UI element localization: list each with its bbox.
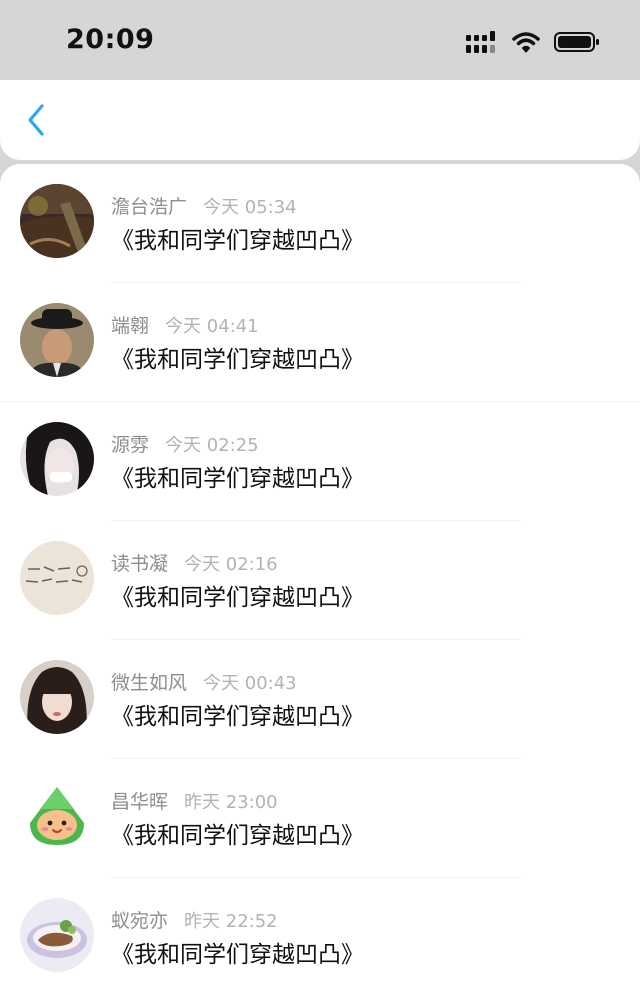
username[interactable]: 微生如风	[111, 668, 187, 695]
list-item[interactable]: 蚁宛亦 昨天 22:52 《我和同学们穿越凹凸》	[0, 878, 640, 994]
timestamp: 今天 02:25	[165, 435, 259, 456]
username[interactable]: 澹台浩广	[111, 192, 187, 219]
status-bar: 20:09	[0, 0, 640, 80]
message-text: 《我和同学们穿越凹凸》	[111, 228, 364, 254]
list-item[interactable]: 澹台浩广 今天 05:34 《我和同学们穿越凹凸》	[0, 164, 640, 283]
like-list: 澹台浩广 今天 05:34 《我和同学们穿越凹凸》 端翱 今天 04:41 《我…	[0, 164, 640, 994]
message-text: 《我和同学们穿越凹凸》	[111, 942, 364, 968]
list-item[interactable]: 端翱 今天 04:41 《我和同学们穿越凹凸》	[0, 283, 640, 402]
item-meta: 读书凝 今天 02:16	[111, 549, 278, 576]
item-meta: 澹台浩广 今天 05:34	[111, 192, 297, 219]
list-item[interactable]: 微生如风 今天 00:43 《我和同学们穿越凹凸》	[0, 640, 640, 759]
item-meta: 昌华晖 昨天 23:00	[111, 787, 278, 814]
username[interactable]: 端翱	[111, 311, 149, 338]
item-meta: 微生如风 今天 00:43	[111, 668, 297, 695]
back-button[interactable]	[18, 102, 54, 138]
timestamp: 昨天 23:00	[184, 792, 278, 813]
username[interactable]: 昌华晖	[111, 787, 168, 814]
timestamp: 昨天 22:52	[184, 911, 278, 932]
item-meta: 蚁宛亦 昨天 22:52	[111, 906, 278, 933]
username[interactable]: 源雰	[111, 430, 149, 457]
signal-icon	[466, 31, 495, 53]
avatar-girl-dark-hair-icon[interactable]	[20, 422, 94, 496]
status-icons	[466, 28, 600, 56]
avatar-girl-portrait-icon[interactable]	[20, 660, 94, 734]
timestamp: 今天 00:43	[203, 673, 297, 694]
battery-icon	[554, 32, 599, 52]
username[interactable]: 蚁宛亦	[111, 906, 168, 933]
message-text: 《我和同学们穿越凹凸》	[111, 823, 364, 849]
message-text: 《我和同学们穿越凹凸》	[111, 347, 364, 373]
item-meta: 端翱 今天 04:41	[111, 311, 259, 338]
avatar-man-hat-icon[interactable]	[20, 303, 94, 377]
avatar-landscape-icon[interactable]	[20, 184, 94, 258]
username[interactable]: 读书凝	[111, 549, 168, 576]
timestamp: 今天 04:41	[165, 316, 259, 337]
avatar-zongzi-cartoon-icon[interactable]	[20, 779, 94, 853]
chevron-left-icon	[28, 104, 44, 136]
item-meta: 源雰 今天 02:25	[111, 430, 259, 457]
message-text: 《我和同学们穿越凹凸》	[111, 585, 364, 611]
message-text: 《我和同学们穿越凹凸》	[111, 704, 364, 730]
nav-header	[0, 80, 640, 160]
timestamp: 今天 05:34	[203, 197, 297, 218]
list-item[interactable]: 昌华晖 昨天 23:00 《我和同学们穿越凹凸》	[0, 759, 640, 878]
wifi-icon	[512, 32, 540, 53]
status-time: 20:09	[66, 24, 155, 55]
message-text: 《我和同学们穿越凹凸》	[111, 466, 364, 492]
timestamp: 今天 02:16	[184, 554, 278, 575]
list-item[interactable]: 读书凝 今天 02:16 《我和同学们穿越凹凸》	[0, 521, 640, 640]
avatar-handwriting-icon[interactable]	[20, 541, 94, 615]
list-item[interactable]: 源雰 今天 02:25 《我和同学们穿越凹凸》	[0, 402, 640, 521]
avatar-food-plate-icon[interactable]	[20, 898, 94, 972]
